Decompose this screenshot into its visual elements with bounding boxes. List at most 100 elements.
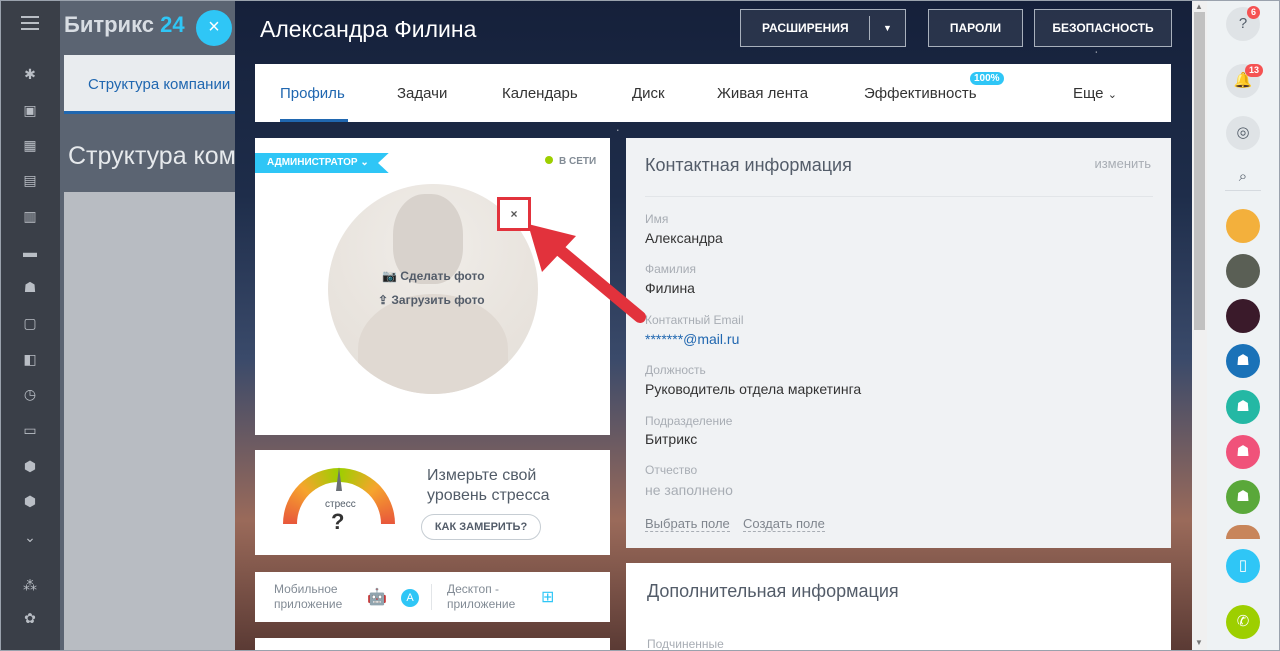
sitemap-icon[interactable]: ⁂ xyxy=(20,575,40,595)
apps-card: Мобильное приложение 🤖 A Десктоп - прило… xyxy=(255,572,610,622)
field-label: Отчество xyxy=(645,463,698,477)
group-chat-icon[interactable]: ☗ xyxy=(1226,435,1260,469)
passwords-button[interactable]: ПАРОЛИ xyxy=(928,9,1023,47)
scrollbar[interactable]: ▲ ▼ xyxy=(1192,0,1207,651)
extensions-divider xyxy=(869,16,870,40)
drive-icon[interactable]: ▬ xyxy=(20,242,40,262)
tab-tasks[interactable]: Задачи xyxy=(397,85,447,102)
bg-content xyxy=(64,192,240,651)
appstore-icon[interactable]: A xyxy=(401,589,419,607)
gauge-value: ? xyxy=(331,509,345,534)
upload-icon: ⇪ xyxy=(378,293,389,307)
apps-divider xyxy=(431,584,432,610)
field-value-email[interactable]: *******@mail.ru xyxy=(645,331,739,347)
logo: Битрикс 24 xyxy=(64,12,185,37)
user-avatar[interactable] xyxy=(1226,299,1260,333)
tab-disk[interactable]: Диск xyxy=(632,85,665,102)
field-value-patronymic: не заполнено xyxy=(645,482,733,498)
upload-photo-link[interactable]: ⇪ Загрузить фото xyxy=(378,293,485,307)
stream-icon[interactable]: ✱ xyxy=(20,64,40,84)
crm-icon[interactable]: ◧ xyxy=(20,349,40,369)
stress-card: стресс ? Измерьте свой уровень стресса К… xyxy=(255,450,610,555)
delete-photo-button[interactable]: × xyxy=(507,207,521,221)
apple-icon[interactable] xyxy=(575,589,593,607)
user-avatar[interactable] xyxy=(1226,209,1260,243)
take-photo-link[interactable]: 📷 Сделать фото xyxy=(382,269,485,283)
profile-slider: Александра Филина РАСШИРЕНИЯ ▼ ПАРОЛИ БЕ… xyxy=(235,0,1192,651)
tasks-icon[interactable]: ▣ xyxy=(20,100,40,120)
additional-title: Дополнительная информация xyxy=(647,581,899,601)
scroll-thumb[interactable] xyxy=(1194,12,1205,330)
user-avatar[interactable] xyxy=(1226,525,1260,539)
tab-efficiency[interactable]: Эффективность xyxy=(864,85,977,102)
menu-icon[interactable] xyxy=(21,16,39,30)
chevron-down-icon: ⌄ xyxy=(1107,89,1117,101)
box-icon[interactable]: ⬢ xyxy=(20,456,40,476)
mobile-app-icon[interactable]: ▯ xyxy=(1226,549,1260,583)
field-label: Подразделение xyxy=(645,414,733,428)
window-icon[interactable]: ▢ xyxy=(20,313,40,333)
online-status: В СЕТИ xyxy=(545,156,596,167)
security-button[interactable]: БЕЗОПАСНОСТЬ xyxy=(1034,9,1172,47)
field-label: Должность xyxy=(645,363,706,377)
extensions-button[interactable]: РАСШИРЕНИЯ ▼ xyxy=(740,9,906,47)
scroll-down-icon[interactable]: ▼ xyxy=(1195,638,1203,647)
box2-icon[interactable]: ⬢ xyxy=(20,491,40,511)
mobile-app-label: Мобильное приложение xyxy=(274,582,343,611)
contact-card: Контактная информация изменить Имя Алекс… xyxy=(626,138,1171,548)
groups-icon[interactable]: ☗ xyxy=(20,277,40,297)
settings-icon[interactable]: ✿ xyxy=(20,608,40,628)
windows-icon[interactable]: ⊞ xyxy=(541,589,559,607)
camera-icon: 📷 xyxy=(382,269,397,283)
stress-text: Измерьте свой уровень стресса xyxy=(427,467,550,504)
admin-badge[interactable]: АДМИНИСТРАТОР ⌄ xyxy=(255,153,389,173)
company-icon[interactable]: ▭ xyxy=(20,420,40,440)
document-icon[interactable]: ▥ xyxy=(20,206,40,226)
right-bar: ? 6 🔔 13 ◎ ⌕ ☗ ☗ ☗ ☗ ▯ ✆ xyxy=(1207,0,1280,651)
bg-tab-underline xyxy=(64,111,240,114)
contact-divider xyxy=(645,196,1153,197)
more-icon[interactable]: ⌄ xyxy=(20,527,40,547)
tab-calendar[interactable]: Календарь xyxy=(502,85,578,102)
tab-profile[interactable]: Профиль xyxy=(280,85,345,102)
edit-contact-link[interactable]: изменить xyxy=(1094,156,1151,171)
help-badge: 6 xyxy=(1247,6,1261,19)
notify-badge: 13 xyxy=(1245,64,1264,77)
time-icon[interactable]: ◷ xyxy=(20,384,40,404)
chevron-down-icon: ⌄ xyxy=(360,157,369,168)
group-chat-icon[interactable]: ☗ xyxy=(1226,390,1260,424)
tab-more[interactable]: Еще ⌄ xyxy=(1073,85,1117,102)
profile-tabs: Профиль Задачи Календарь Диск Живая лент… xyxy=(255,64,1171,122)
bg-tab-structure[interactable]: Структура компании xyxy=(88,76,230,93)
bottom-card xyxy=(255,638,610,651)
phone-icon[interactable]: ✆ xyxy=(1226,605,1260,639)
desktop-app-label: Десктоп - приложение xyxy=(447,582,516,611)
arrow-annotation xyxy=(528,224,646,323)
group-chat-icon[interactable]: ☗ xyxy=(1226,480,1260,514)
close-slider-button[interactable]: × xyxy=(196,10,232,46)
contact-title: Контактная информация xyxy=(645,155,852,175)
calendar-icon[interactable]: ▦ xyxy=(20,135,40,155)
additional-info-card: Дополнительная информация Подчиненные xyxy=(626,563,1171,651)
chat-icon[interactable]: ▤ xyxy=(20,170,40,190)
tab-profile-underline xyxy=(280,119,348,122)
how-to-measure-button[interactable]: КАК ЗАМЕРИТЬ? xyxy=(421,514,541,540)
chevron-down-icon[interactable]: ▼ xyxy=(883,10,892,46)
right-divider xyxy=(1225,190,1261,191)
close-icon: × xyxy=(208,16,220,38)
messenger-icon[interactable]: ◎ xyxy=(1226,116,1260,150)
create-field-link[interactable]: Создать поле xyxy=(743,516,825,532)
left-menu: ✱ ▣ ▦ ▤ ▥ ▬ ☗ ▢ ◧ ◷ ▭ ⬢ ⬢ ⌄ ⁂ ✿ xyxy=(0,0,60,651)
efficiency-badge: 100% xyxy=(970,72,1004,85)
field-value-position: Руководитель отдела маркетинга xyxy=(645,381,862,397)
group-chat-icon[interactable]: ☗ xyxy=(1226,344,1260,378)
choose-field-link[interactable]: Выбрать поле xyxy=(645,516,730,532)
android-icon[interactable]: 🤖 xyxy=(367,589,387,607)
tab-live-feed[interactable]: Живая лента xyxy=(717,85,808,102)
avatar-body xyxy=(358,294,508,394)
scroll-up-icon[interactable]: ▲ xyxy=(1195,2,1203,11)
page-title: Александра Филина xyxy=(260,16,477,42)
user-avatar[interactable] xyxy=(1226,254,1260,288)
search-icon[interactable]: ⌕ xyxy=(1226,160,1260,194)
field-value-department[interactable]: Битрикс xyxy=(645,431,697,447)
